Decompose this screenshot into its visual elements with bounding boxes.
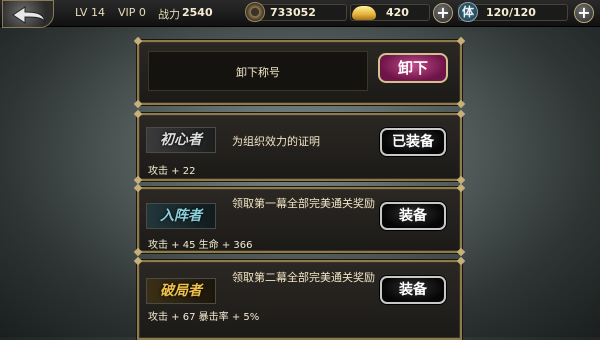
level-text: LV 14 — [75, 6, 105, 19]
frame-corner — [133, 99, 143, 109]
frame-corner — [456, 99, 466, 109]
add-ingot-button[interactable]: + — [433, 3, 453, 23]
title-badge: 初心者 — [146, 127, 216, 153]
title-badge: 破局者 — [146, 278, 216, 304]
frame-corner — [133, 109, 143, 119]
frame-corner — [133, 36, 143, 46]
stamina-value: 120/120 — [486, 6, 536, 19]
unequip-label: 卸下称号 — [236, 66, 280, 79]
frame-corner — [456, 247, 466, 257]
title-panel: 初心者 为组织效力的证明 攻击 + 22 已装备 — [133, 109, 466, 185]
equip-button[interactable]: 装备 — [380, 276, 446, 304]
title-stats: 攻击 + 67 暴击率 + 5% — [148, 312, 260, 323]
title-stats: 攻击 + 22 — [148, 166, 196, 177]
frame-corner — [133, 247, 143, 257]
ingot-value: 420 — [386, 6, 409, 19]
power-label: 战力 — [158, 8, 180, 21]
plus-icon: + — [436, 3, 450, 22]
power-value: 2540 — [182, 6, 213, 19]
back-button[interactable] — [2, 0, 54, 28]
title-description: 领取第一幕全部完美通关奖励 — [232, 197, 375, 210]
frame-corner — [456, 183, 466, 193]
gold-ingot-icon — [352, 6, 376, 20]
add-stamina-button[interactable]: + — [574, 3, 594, 23]
title-badge: 入阵者 — [146, 203, 216, 229]
title-description: 领取第二幕全部完美通关奖励 — [232, 271, 375, 284]
title-panel: 入阵者 领取第一幕全部完美通关奖励 攻击 + 45 生命 + 366 装备 — [133, 183, 466, 257]
coin-value: 733052 — [270, 6, 316, 19]
vip-text: VIP 0 — [118, 6, 146, 19]
frame-corner — [456, 256, 466, 266]
frame-corner — [133, 183, 143, 193]
plus-icon: + — [577, 3, 591, 22]
equipped-button[interactable]: 已装备 — [380, 128, 446, 156]
top-status-bar: LV 14 VIP 0 战力 2540 733052 420 + 体 120/1… — [0, 0, 600, 28]
unequip-button[interactable]: 卸下 — [378, 53, 448, 83]
frame-corner — [456, 109, 466, 119]
back-arrow-icon — [12, 6, 46, 24]
unequip-label-box: 卸下称号 — [148, 51, 368, 91]
frame-corner — [133, 256, 143, 266]
equip-button[interactable]: 装备 — [380, 202, 446, 230]
frame-corner — [456, 36, 466, 46]
stamina-icon: 体 — [458, 2, 478, 22]
title-panel: 破局者 领取第二幕全部完美通关奖励 攻击 + 67 暴击率 + 5% 装备 — [133, 256, 466, 340]
coin-icon — [245, 2, 265, 22]
title-description: 为组织效力的证明 — [232, 135, 320, 148]
title-stats: 攻击 + 45 生命 + 366 — [148, 240, 253, 251]
